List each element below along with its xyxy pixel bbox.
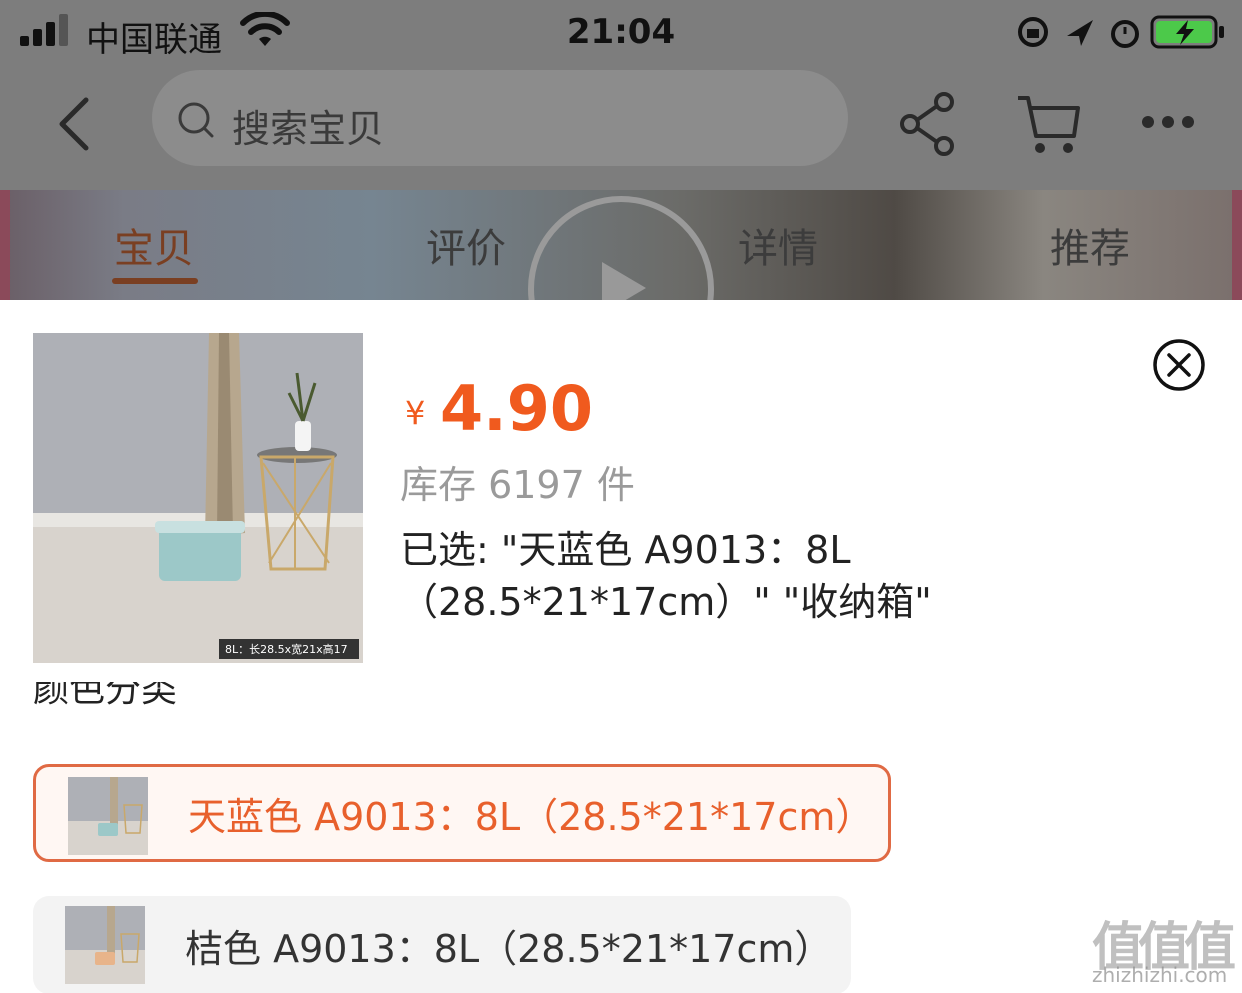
- option-label: 桔色 A9013：8L（28.5*21*17cm）: [185, 926, 833, 971]
- watermark-url: zhizhizhi.com: [1092, 963, 1228, 987]
- tab-details[interactable]: 详情: [738, 216, 818, 274]
- option-thumbnail: [65, 906, 145, 984]
- tab-reviews[interactable]: 评价: [426, 216, 506, 274]
- search-placeholder: 搜索宝贝: [232, 107, 385, 151]
- tab-active-indicator: [112, 278, 198, 284]
- selected-line-2: （28.5*21*17cm）" "收纳箱": [400, 580, 932, 624]
- tab-bar: 宝贝 评价 详情 推荐: [0, 192, 1242, 300]
- alarm-icon: [1111, 20, 1139, 48]
- sku-sheet: 8L：长28.5x宽21x高17 ¥ 4.90 库存 6197 件 已选: "天…: [0, 300, 1242, 993]
- close-icon[interactable]: [1152, 338, 1206, 392]
- sku-option-orange[interactable]: 桔色 A9013：8L（28.5*21*17cm）: [33, 896, 851, 993]
- selected-line-1: 已选: "天蓝色 A9013：8L: [400, 528, 851, 572]
- price-value: 4.90: [440, 372, 593, 445]
- tab-item[interactable]: 宝贝: [114, 216, 194, 274]
- status-bar: 中国联通 21:04: [0, 0, 1242, 64]
- thumbnail-caption: 8L：长28.5x宽21x高17: [225, 642, 348, 656]
- selected-sku-text: 已选: "天蓝色 A9013：8L （28.5*21*17cm）" "收纳箱": [400, 524, 1000, 628]
- color-section-title: 颜色分类: [33, 682, 178, 710]
- search-input[interactable]: 搜索宝贝: [152, 70, 848, 166]
- option-label: 天蓝色 A9013：8L（28.5*21*17cm）: [188, 794, 874, 839]
- watermark: 值值值 zhizhizhi.com: [1092, 905, 1237, 990]
- cart-icon[interactable]: [1016, 92, 1082, 156]
- stock-count: 库存 6197 件: [400, 463, 635, 507]
- product-thumbnail: 8L：长28.5x宽21x高17: [33, 333, 363, 663]
- back-arrow-icon[interactable]: [50, 94, 98, 154]
- status-indicators: [1018, 17, 1139, 48]
- top-nav: 搜索宝贝: [0, 64, 1242, 190]
- share-icon[interactable]: [898, 92, 958, 156]
- more-icon[interactable]: [1138, 110, 1198, 134]
- currency-symbol: ¥: [405, 394, 426, 432]
- option-thumbnail: [68, 777, 148, 855]
- rotation-lock-icon: [1018, 17, 1048, 47]
- sku-option-sky-blue[interactable]: 天蓝色 A9013：8L（28.5*21*17cm）: [33, 764, 891, 862]
- search-icon: [178, 102, 214, 138]
- location-icon: [1067, 20, 1093, 46]
- dimmed-background: 中国联通 21:04 搜索宝贝 宝贝 评价 详情 推荐: [0, 0, 1242, 300]
- battery-icon: [1150, 15, 1224, 49]
- tab-recommend[interactable]: 推荐: [1050, 216, 1130, 274]
